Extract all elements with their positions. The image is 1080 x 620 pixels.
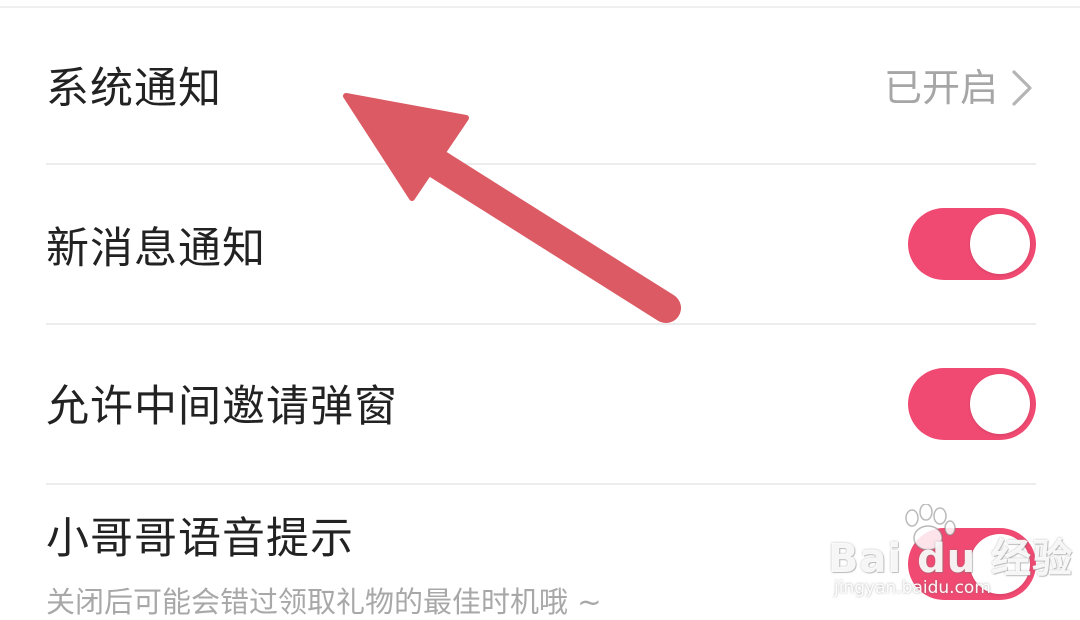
setting-title-voice-hint: 小哥哥语音提示: [46, 514, 354, 564]
toggle-knob: [970, 534, 1030, 594]
toggle-knob: [970, 374, 1030, 434]
system-notification-status[interactable]: 已开启: [884, 68, 1036, 108]
setting-subtitle-voice-hint: 关闭后可能会错过领取礼物的最佳时机哦 ~: [46, 585, 602, 619]
toggle-knob: [970, 214, 1030, 274]
chevron-right-icon: [1012, 70, 1032, 106]
setting-title-system-notification: 系统通知: [46, 64, 222, 114]
setting-row-system-notification[interactable]: 系统通知 已开启: [46, 0, 1036, 164]
voice-hint-toggle[interactable]: [908, 528, 1036, 600]
setting-row-new-message-notification: 新消息通知: [46, 164, 1036, 324]
system-notification-status-text: 已开启: [883, 66, 998, 110]
allow-invite-popup-toggle[interactable]: [908, 368, 1036, 440]
setting-title-allow-invite-popup: 允许中间邀请弹窗: [46, 382, 398, 432]
setting-row-voice-hint: 小哥哥语音提示 关闭后可能会错过领取礼物的最佳时机哦 ~: [46, 484, 1036, 620]
setting-title-new-message-notification: 新消息通知: [46, 224, 266, 274]
new-message-notification-toggle[interactable]: [908, 208, 1036, 280]
notification-settings-screen: 系统通知 已开启 新消息通知 允许中间邀请弹窗 小哥哥语音提示 关闭后可能会错过…: [0, 0, 1080, 620]
setting-row-allow-invite-popup: 允许中间邀请弹窗: [46, 324, 1036, 484]
